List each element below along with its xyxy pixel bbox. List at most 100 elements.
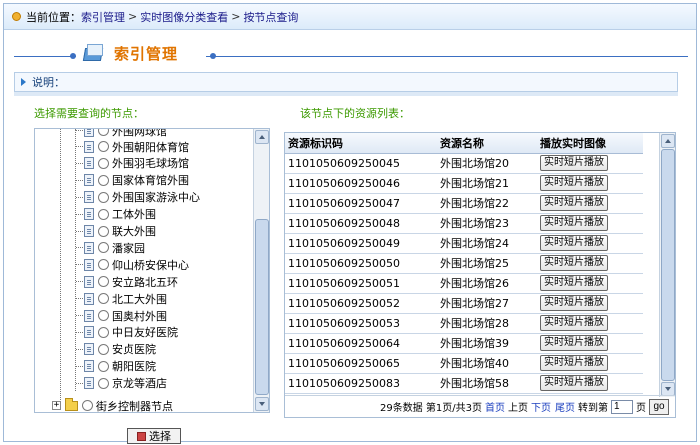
node-radio[interactable] [98,208,109,220]
play-clip-button[interactable]: 实时短片播放 [540,255,608,271]
document-icon [84,360,94,373]
tree-node[interactable]: 外围国家游泳中心 [76,189,200,206]
tree-node[interactable]: 中日友好医院 [76,324,178,341]
play-clip-button[interactable]: 实时短片播放 [540,215,608,231]
node-tree-panel: 外围网球馆 外围朝阳体育馆 外围羽毛球场馆 国家体育馆外围 外围国家游泳中心 工体外围联… [34,128,270,413]
page-number-input[interactable] [611,399,633,414]
tree-node[interactable]: 北工大外围 [76,290,167,307]
node-radio[interactable] [98,259,109,271]
breadcrumb-item-index-management[interactable]: 索引管理 [81,9,125,25]
document-icon [84,174,94,187]
scroll-up-button[interactable] [661,134,675,148]
table-row: 1101050609250049 外围北场馆24 实时短片播放 [285,233,643,254]
resource-id: 1101050609250083 [285,373,437,394]
play-clip-button[interactable]: 实时短片播放 [540,175,608,191]
next-page-link[interactable]: 下页 [531,399,551,414]
tree-node[interactable]: 工体外围 [76,206,156,223]
tree-node[interactable]: 安立路北五环 [76,273,178,290]
column-header-id: 资源标识码 [285,133,437,154]
play-cell: 实时短片播放 [537,253,643,274]
scroll-thumb[interactable] [661,149,675,381]
expand-icon[interactable]: + [52,401,61,410]
table-row: 1101050609250048 外围北场馆23 实时短片播放 [285,213,643,234]
tree-node[interactable]: 外围羽毛球场馆 [76,155,189,172]
tree-node[interactable]: 朝阳医院 [76,358,156,375]
tree-node-label: 安立路北五环 [112,275,178,289]
node-radio[interactable] [98,293,109,305]
tree-node[interactable]: 潘家园 [76,239,145,256]
resource-name: 外围北场馆24 [437,233,537,254]
node-radio[interactable] [98,129,109,136]
play-clip-button[interactable]: 实时短片播放 [540,315,608,331]
node-radio[interactable] [98,242,109,254]
tree-node-label: 朝阳医院 [112,360,156,374]
scroll-up-button[interactable] [255,130,269,144]
table-row: 1101050609250047 外围北场馆22 实时短片播放 [285,193,643,214]
scroll-thumb[interactable] [255,219,269,395]
tree-node[interactable]: 京龙等酒店 [76,375,167,392]
node-radio[interactable] [98,191,109,203]
resource-name: 外围北场馆58 [437,373,537,394]
play-cell: 实时短片播放 [537,213,643,234]
tree-node[interactable]: 联大外围 [76,223,156,240]
node-radio[interactable] [98,141,109,152]
node-radio[interactable] [98,174,109,186]
note-bar: 说明： [14,72,678,92]
tree-node[interactable]: 仰山桥安保中心 [76,256,189,273]
scroll-down-button[interactable] [255,397,269,411]
first-page-link[interactable]: 首页 [485,399,505,414]
breadcrumb-separator: > [231,10,241,23]
resource-name: 外围北场馆26 [437,273,537,294]
resource-id: 1101050609250050 [285,253,437,274]
breadcrumb-item-query-by-node[interactable]: 按节点查询 [243,9,298,25]
resource-scrollbar[interactable] [659,133,675,397]
last-page-link[interactable]: 尾页 [555,399,575,414]
play-clip-button[interactable]: 实时短片播放 [540,275,608,291]
document-icon [84,129,94,137]
tree-node-label: 联大外围 [112,225,156,238]
document-icon [84,191,94,204]
resource-list-panel: 资源标识码 资源名称 播放实时图像 1101050609250045 外围北场馆2… [284,132,676,418]
table-row: 1101050609250065 外围北场馆40 实时短片播放 [285,353,643,374]
resource-id: 1101050609250048 [285,213,437,234]
node-radio[interactable] [98,276,109,288]
tree-node[interactable]: 外围朝阳体育馆 [76,138,189,155]
select-button[interactable]: 选择 [127,428,181,444]
play-clip-button[interactable]: 实时短片播放 [540,355,608,371]
node-radio[interactable] [98,225,109,237]
prev-page-link[interactable]: 上页 [508,399,528,414]
play-clip-button[interactable]: 实时短片播放 [540,195,608,211]
book-icon [82,42,106,64]
node-radio[interactable] [98,360,109,372]
node-radio[interactable] [98,157,109,169]
node-radio[interactable] [98,310,109,321]
table-header-row: 资源标识码 资源名称 播放实时图像 [285,133,643,154]
play-cell: 实时短片播放 [537,293,643,314]
location-icon [12,12,21,21]
breadcrumb-item-realtime-category[interactable]: 实时图像分类查看 [140,9,228,25]
play-clip-button[interactable]: 实时短片播放 [540,235,608,251]
resource-id: 1101050609250065 [285,353,437,374]
tree-scrollbar[interactable] [253,129,269,412]
table-row: 1101050609250064 外围北场馆39 实时短片播放 [285,333,643,354]
chevron-up-icon [665,139,671,143]
tree-node[interactable]: 安贞医院 [76,341,156,358]
scroll-down-button[interactable] [661,382,675,396]
resource-name: 外围北场馆39 [437,333,537,354]
tree-node[interactable]: 国奥村外围 [76,307,167,324]
play-clip-button[interactable]: 实时短片播放 [540,155,608,171]
play-clip-button[interactable]: 实时短片播放 [540,295,608,311]
play-clip-button[interactable]: 实时短片播放 [540,335,608,351]
resource-id: 1101050609250047 [285,193,437,214]
node-radio[interactable] [98,377,109,389]
tree-node[interactable]: 国家体育馆外围 [76,172,189,189]
resource-name: 外围北场馆21 [437,173,537,194]
resource-name: 外围北场馆20 [437,153,537,174]
play-clip-button[interactable]: 实时短片播放 [540,375,608,391]
play-cell: 实时短片播放 [537,193,643,214]
node-radio[interactable] [98,326,109,338]
node-radio[interactable] [98,343,109,355]
go-button[interactable]: go [649,398,669,415]
tree-node-street-controller[interactable]: + 街乡控制器节点 [52,397,173,412]
node-radio[interactable] [82,400,93,411]
